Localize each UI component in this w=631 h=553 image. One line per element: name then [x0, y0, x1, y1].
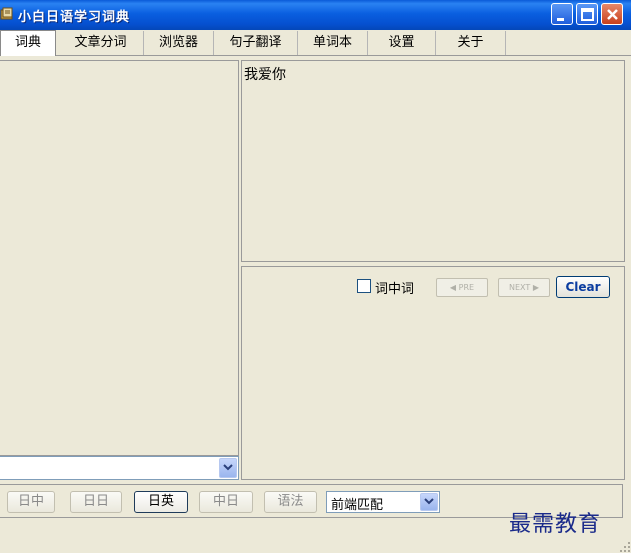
meaning-panel: 我爱你: [241, 60, 625, 262]
tab-dictionary[interactable]: 词典: [0, 30, 56, 56]
resize-grip-icon[interactable]: [619, 541, 631, 553]
search-input[interactable]: [0, 456, 239, 480]
book-icon: [0, 7, 13, 20]
tab-settings[interactable]: 设置: [368, 31, 436, 55]
mode-button-jp-cn[interactable]: 日中: [7, 491, 55, 513]
tab-wordbook[interactable]: 单词本: [298, 31, 368, 55]
result-panel: [241, 266, 625, 480]
tab-article-segmentation[interactable]: 文章分词: [58, 31, 144, 55]
watermark: 最需教育: [509, 512, 602, 537]
maximize-icon: [581, 8, 594, 21]
mode-button-jp-en[interactable]: 日英: [134, 491, 188, 513]
pre-label: PRE: [458, 283, 475, 292]
mode-button-grammar[interactable]: 语法: [264, 491, 317, 513]
match-mode-value: 前端匹配: [331, 498, 384, 513]
chevron-down-icon: [223, 464, 233, 471]
tab-about[interactable]: 关于: [436, 31, 506, 55]
pre-button[interactable]: ◀ PRE: [436, 278, 488, 297]
meaning-text: 我爱你: [244, 67, 286, 83]
close-button[interactable]: [601, 3, 623, 25]
minimize-button[interactable]: [551, 3, 573, 25]
right-arrow-icon: ▶: [532, 283, 539, 292]
word-in-word-checkbox[interactable]: [357, 279, 371, 293]
title-bar[interactable]: 小白日语学习词典: [0, 0, 631, 30]
clear-button[interactable]: Clear: [556, 276, 610, 298]
search-dropdown-button[interactable]: [219, 458, 237, 478]
match-dropdown-button[interactable]: [420, 493, 438, 511]
word-list[interactable]: [0, 60, 239, 456]
window-title: 小白日语学习词典: [18, 10, 131, 25]
word-in-word-label: 词中词: [375, 282, 415, 297]
mode-button-cn-jp[interactable]: 中日: [199, 491, 253, 513]
chevron-down-icon: [424, 498, 434, 505]
minimize-icon: [557, 18, 564, 21]
mode-button-jp-jp[interactable]: 日日: [70, 491, 122, 513]
tab-sentence-translation[interactable]: 句子翻译: [214, 31, 298, 55]
maximize-button[interactable]: [576, 3, 598, 25]
left-arrow-icon: ◀: [449, 283, 457, 292]
tab-browser[interactable]: 浏览器: [144, 31, 214, 55]
close-icon: [607, 9, 618, 20]
match-mode-select[interactable]: 前端匹配: [326, 491, 440, 513]
next-label: NEXT: [509, 283, 531, 292]
next-button[interactable]: NEXT ▶: [498, 278, 550, 297]
tab-strip: 词典 文章分词 浏览器 句子翻译 单词本 设置 关于: [0, 30, 631, 56]
